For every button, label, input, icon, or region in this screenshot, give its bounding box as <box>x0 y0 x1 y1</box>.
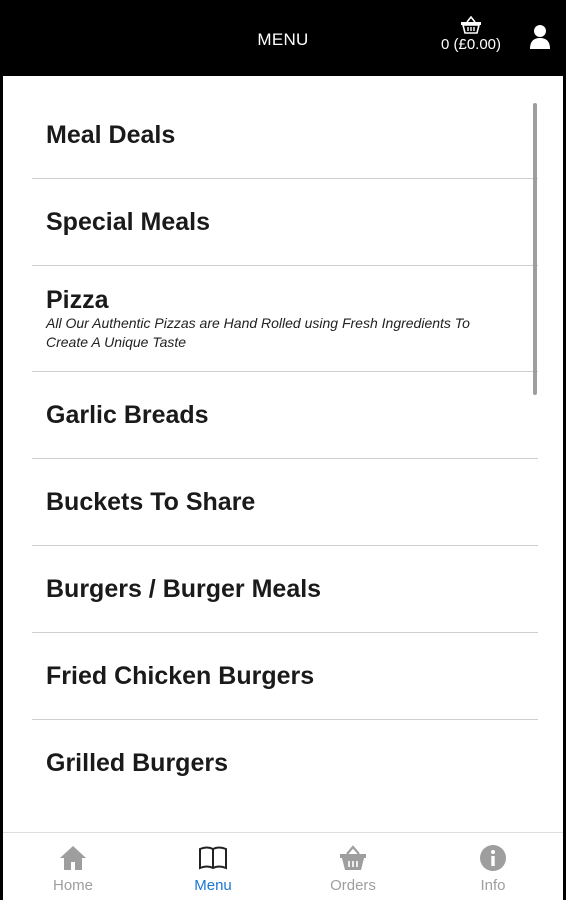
tab-label: Menu <box>194 877 232 894</box>
menu-category-list: Meal Deals Special Meals Pizza All Our A… <box>32 92 538 807</box>
menu-item-label: Buckets To Share <box>46 488 256 516</box>
menu-item-garlic-breads[interactable]: Garlic Breads <box>32 372 538 459</box>
user-icon[interactable] <box>529 24 551 50</box>
menu-item-description: All Our Authentic Pizzas are Hand Rolled… <box>46 315 470 350</box>
menu-item-label: Meal Deals <box>46 121 176 149</box>
tab-menu[interactable]: Menu <box>143 833 283 900</box>
tab-orders[interactable]: Orders <box>283 833 423 900</box>
book-icon <box>199 846 227 870</box>
menu-item-special-meals[interactable]: Special Meals <box>32 179 538 266</box>
cart-button[interactable]: 0 (£0.00) <box>431 14 511 64</box>
menu-item-grilled-burgers[interactable]: Grilled Burgers <box>32 720 538 807</box>
info-icon <box>480 845 506 871</box>
menu-item-label: Grilled Burgers <box>46 749 228 777</box>
bottom-tab-bar: Home Menu Orders Info <box>3 832 563 900</box>
basket-icon <box>340 845 366 870</box>
tab-label: Home <box>52 877 93 894</box>
menu-item-label: Burgers / Burger Meals <box>46 575 322 603</box>
tab-home[interactable]: Home <box>3 833 143 900</box>
cart-total: 0 (£0.00) <box>440 36 502 53</box>
tab-label: Info <box>480 877 506 894</box>
menu-item-burgers[interactable]: Burgers / Burger Meals <box>32 546 538 633</box>
menu-item-label: Garlic Breads <box>46 401 209 429</box>
scrollbar[interactable] <box>533 103 537 395</box>
menu-item-meal-deals[interactable]: Meal Deals <box>32 92 538 179</box>
menu-item-label: Pizza <box>46 286 109 314</box>
basket-icon <box>461 16 481 34</box>
app-frame: MENU 0 (£0.00) Meal Deals Special Meals <box>3 0 563 900</box>
tab-info[interactable]: Info <box>423 833 563 900</box>
menu-item-buckets-to-share[interactable]: Buckets To Share <box>32 459 538 546</box>
top-bar: MENU 0 (£0.00) <box>3 0 563 76</box>
menu-item-pizza[interactable]: Pizza All Our Authentic Pizzas are Hand … <box>32 266 538 372</box>
tab-label: Orders <box>330 877 376 894</box>
menu-item-label: Fried Chicken Burgers <box>46 662 315 690</box>
home-icon <box>60 846 86 870</box>
menu-item-label: Special Meals <box>46 208 210 236</box>
menu-item-fried-chicken-burgers[interactable]: Fried Chicken Burgers <box>32 633 538 720</box>
